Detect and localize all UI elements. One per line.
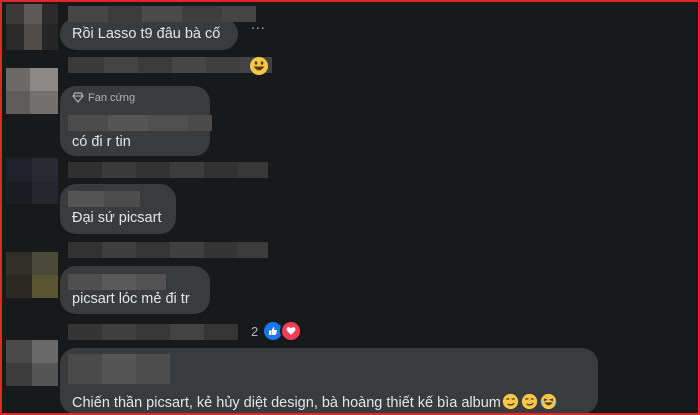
blurred-actions bbox=[68, 57, 272, 73]
comment-text: có đi r tin bbox=[72, 134, 131, 150]
blurred-actions bbox=[68, 324, 238, 340]
blurred-name bbox=[68, 115, 212, 131]
diamond-icon bbox=[72, 92, 84, 103]
avatar[interactable] bbox=[6, 340, 58, 386]
smirk-emoji-icon bbox=[502, 393, 518, 410]
more-options-button[interactable]: ... bbox=[251, 16, 266, 32]
blurred-actions bbox=[68, 162, 268, 178]
blurred-name bbox=[68, 274, 166, 290]
comment-text: Chiến thần picsart, kẻ hủy diệt design, … bbox=[72, 393, 557, 411]
grinning-emoji-icon[interactable] bbox=[249, 56, 269, 76]
reaction-count: 2 bbox=[251, 323, 259, 339]
top-fan-badge: Fan cứng bbox=[72, 92, 135, 104]
comment-thread-screenshot: Rồi Lasso t9 đâu bà cố ... Fan cứng có đ… bbox=[0, 0, 700, 415]
comment-text: Rồi Lasso t9 đâu bà cố bbox=[72, 26, 221, 42]
avatar[interactable] bbox=[6, 68, 58, 114]
love-icon bbox=[280, 320, 303, 342]
laughing-emoji-icon bbox=[540, 393, 557, 410]
blurred-name bbox=[68, 6, 256, 22]
comment-text: Đại sứ picsart bbox=[72, 210, 162, 226]
avatar[interactable] bbox=[6, 252, 58, 298]
blurred-name bbox=[68, 191, 140, 207]
avatar[interactable] bbox=[6, 4, 58, 50]
reaction-summary[interactable]: 2 bbox=[251, 320, 303, 342]
comment-bubble: Rồi Lasso t9 đâu bà cố bbox=[60, 18, 238, 50]
comment-text: picsart lóc mẻ đi tr bbox=[72, 291, 190, 307]
blurred-name bbox=[68, 354, 170, 384]
smirk-emoji-icon bbox=[521, 393, 537, 410]
avatar[interactable] bbox=[6, 158, 58, 204]
blurred-actions bbox=[68, 242, 268, 258]
